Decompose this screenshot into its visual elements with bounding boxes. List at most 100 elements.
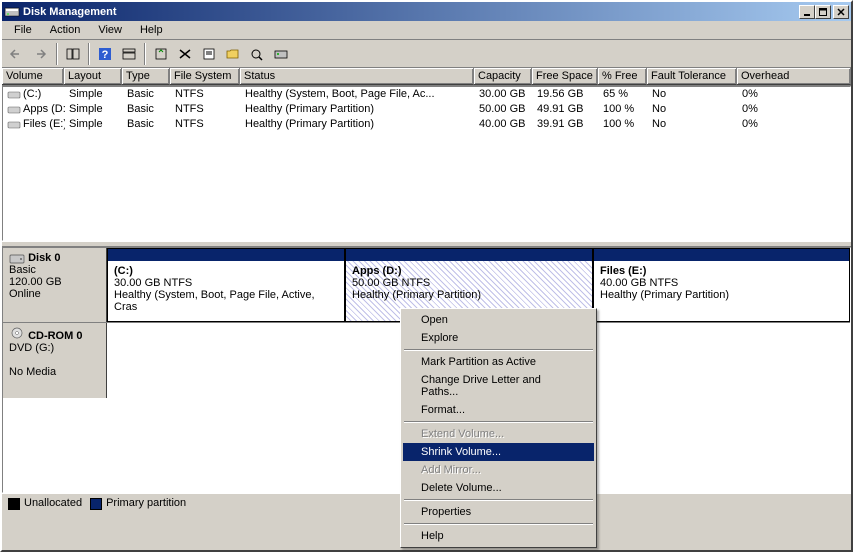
delete-button[interactable] [174,43,196,65]
table-row[interactable]: Apps (D:) Simple Basic NTFS Healthy (Pri… [3,102,850,117]
disk-icon [9,253,23,264]
forward-button[interactable] [30,43,52,65]
vol-layout: Simple [65,117,123,132]
menu-bar: File Action View Help [2,21,851,40]
back-button[interactable] [6,43,28,65]
vol-ov: 0% [738,102,802,117]
menu-explore[interactable]: Explore [403,329,594,347]
vol-layout: Simple [65,87,123,102]
refresh-button[interactable] [150,43,172,65]
cdrom-state: No Media [9,366,56,378]
menu-action[interactable]: Action [42,22,89,38]
vol-status: Healthy (Primary Partition) [241,102,475,117]
table-row[interactable]: (C:) Simple Basic NTFS Healthy (System, … [3,87,850,102]
vol-name: Apps (D:) [23,103,65,115]
menu-file[interactable]: File [6,22,40,38]
col-volume[interactable]: Volume [2,68,64,85]
menu-help[interactable]: Help [403,527,594,545]
help-button[interactable]: ? [94,43,116,65]
col-pct[interactable]: % Free [598,68,647,85]
app-icon [4,5,20,19]
vol-fs: NTFS [171,102,241,117]
maximize-button[interactable] [815,5,831,19]
show-hide-button[interactable] [62,43,84,65]
settings-button[interactable] [270,43,292,65]
col-fs[interactable]: File System [170,68,240,85]
menu-properties[interactable]: Properties [403,503,594,521]
col-type[interactable]: Type [122,68,170,85]
menu-view[interactable]: View [90,22,130,38]
vol-free: 49.91 GB [533,102,599,117]
vol-ft: No [648,87,738,102]
volume-e[interactable]: Files (E:) 40.00 GB NTFS Healthy (Primar… [593,248,850,322]
vol-ft: No [648,117,738,132]
vol-ft: No [648,102,738,117]
volume-name: Apps (D:) [352,265,402,277]
menu-open[interactable]: Open [403,311,594,329]
drive-icon [7,119,21,130]
disk-type: Basic [9,264,36,276]
vol-status: Healthy (System, Boot, Page File, Ac... [241,87,475,102]
volume-name: (C:) [114,265,133,277]
vol-pct: 100 % [599,102,648,117]
menu-change-letter[interactable]: Change Drive Letter and Paths... [403,371,594,401]
vol-type: Basic [123,102,171,117]
col-ft[interactable]: Fault Tolerance [647,68,737,85]
vol-status: Healthy (Primary Partition) [241,117,475,132]
volume-table-header: Volume Layout Type File System Status Ca… [2,68,851,86]
volume-status: Healthy (Primary Partition) [600,289,729,301]
col-status[interactable]: Status [240,68,474,85]
cdrom-sub: DVD (G:) [9,342,54,354]
menu-delete[interactable]: Delete Volume... [403,479,594,497]
open-button[interactable] [222,43,244,65]
col-overhead[interactable]: Overhead [737,68,851,85]
vol-name: (C:) [23,88,41,100]
disk-size: 120.00 GB [9,276,62,288]
vol-ov: 0% [738,87,802,102]
drive-icon [7,89,21,100]
rescan-button[interactable] [246,43,268,65]
vol-free: 39.91 GB [533,117,599,132]
close-button[interactable] [833,5,849,19]
vol-pct: 65 % [599,87,648,102]
col-free[interactable]: Free Space [532,68,598,85]
vol-free: 19.56 GB [533,87,599,102]
disk-info[interactable]: Disk 0 Basic 120.00 GB Online [3,248,107,322]
minimize-button[interactable] [799,5,815,19]
cdrom-icon [9,327,25,339]
volume-c[interactable]: (C:) 30.00 GB NTFS Healthy (System, Boot… [107,248,345,322]
table-row[interactable]: Files (E:) Simple Basic NTFS Healthy (Pr… [3,117,850,132]
menu-help[interactable]: Help [132,22,171,38]
toolbar: ? [2,40,851,68]
volume-size: 40.00 GB NTFS [600,277,678,289]
vol-fs: NTFS [171,117,241,132]
title-bar[interactable]: Disk Management [2,2,851,21]
volume-header-strip [594,249,849,261]
disk-info[interactable]: CD-ROM 0 DVD (G:) No Media [3,323,107,398]
legend-swatch-unallocated [8,498,20,510]
volume-status: Healthy (Primary Partition) [352,289,481,301]
menu-mark-active[interactable]: Mark Partition as Active [403,353,594,371]
volume-name: Files (E:) [600,265,646,277]
vol-cap: 30.00 GB [475,87,533,102]
vol-pct: 100 % [599,117,648,132]
vol-layout: Simple [65,102,123,117]
volume-table[interactable]: (C:) Simple Basic NTFS Healthy (System, … [2,86,851,241]
col-layout[interactable]: Layout [64,68,122,85]
disk-state: Online [9,288,41,300]
drive-icon [7,104,21,115]
col-capacity[interactable]: Capacity [474,68,532,85]
volume-header-strip [108,249,344,261]
disk-management-window: Disk Management File Action View Help ? … [0,0,853,552]
menu-format[interactable]: Format... [403,401,594,419]
vol-ov: 0% [738,117,802,132]
menu-extend: Extend Volume... [403,425,594,443]
properties-button[interactable] [198,43,220,65]
menu-shrink[interactable]: Shrink Volume... [403,443,594,461]
legend-primary: Primary partition [106,497,186,509]
svg-text:?: ? [102,49,109,61]
menu-mirror: Add Mirror... [403,461,594,479]
cdrom-label: CD-ROM 0 [28,330,82,342]
view-button[interactable] [118,43,140,65]
vol-cap: 40.00 GB [475,117,533,132]
